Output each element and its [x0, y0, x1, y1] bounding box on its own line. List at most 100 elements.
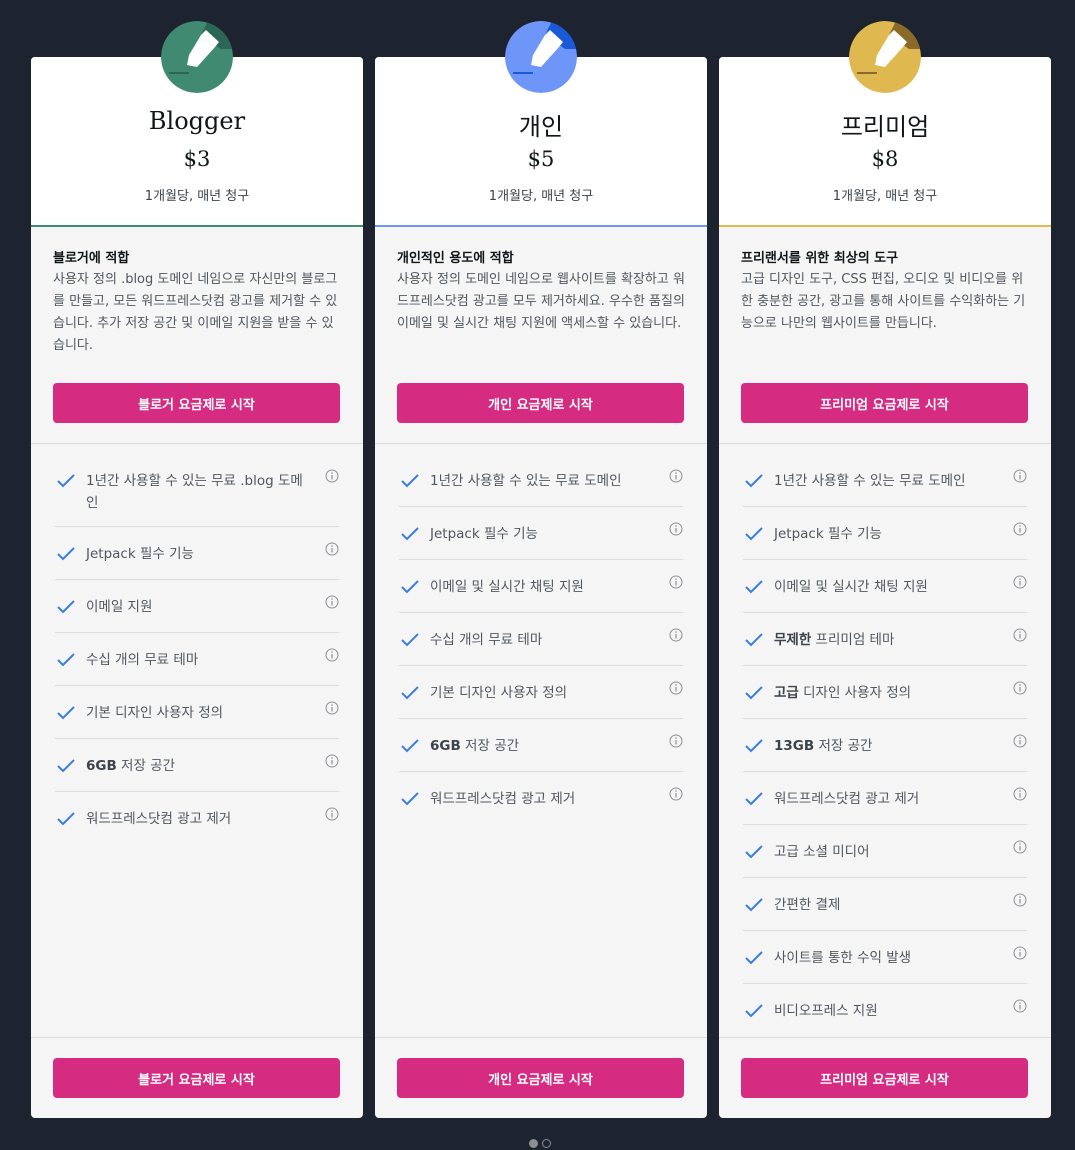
pen-icon — [161, 21, 233, 93]
feature-item: 이메일 및 실시간 채팅 지원 — [399, 560, 683, 613]
plan-tagline: 프리랜서를 위한 최상의 도구 — [741, 251, 899, 266]
pen-icon — [849, 21, 921, 93]
info-icon[interactable] — [1013, 893, 1027, 907]
checkmark-icon — [745, 951, 763, 965]
feature-label: 1년간 사용할 수 있는 무료 도메인 — [430, 473, 622, 489]
info-icon[interactable] — [325, 807, 339, 821]
checkmark-icon — [401, 633, 419, 647]
feature-label: 기본 디자인 사용자 정의 — [86, 705, 224, 721]
start-blogger-plan-button[interactable]: 블로거 요금제로 시작 — [53, 383, 340, 423]
info-icon[interactable] — [1013, 840, 1027, 854]
feature-label: 수십 개의 무료 테마 — [86, 652, 199, 668]
info-icon[interactable] — [325, 542, 339, 556]
checkmark-icon — [745, 898, 763, 912]
feature-label: 이메일 및 실시간 채팅 지원 — [774, 579, 928, 595]
start-premium-plan-button-bottom[interactable]: 프리미엄 요금제로 시작 — [741, 1058, 1028, 1098]
pager-dot-2[interactable] — [542, 1139, 551, 1148]
checkmark-icon — [745, 633, 763, 647]
feature-label: 비디오프레스 지원 — [774, 1003, 878, 1019]
pager-dot-1[interactable] — [529, 1139, 538, 1148]
info-icon[interactable] — [669, 522, 683, 536]
checkmark-icon — [745, 739, 763, 753]
info-icon[interactable] — [669, 469, 683, 483]
checkmark-icon — [57, 547, 75, 561]
info-icon[interactable] — [1013, 734, 1027, 748]
info-icon[interactable] — [1013, 522, 1027, 536]
checkmark-icon — [745, 1004, 763, 1018]
feature-label: 1년간 사용할 수 있는 무료 도메인 — [774, 473, 966, 489]
plan-card-blogger: Blogger $3 1개월당, 매년 청구 블로거에 적합 사용자 정의 .b… — [31, 21, 363, 1118]
plan-header: 프리미엄 $8 1개월당, 매년 청구 — [719, 21, 1051, 227]
info-icon[interactable] — [669, 628, 683, 642]
feature-label: 프리미엄 테마 — [811, 632, 895, 648]
checkmark-icon — [401, 527, 419, 541]
checkmark-icon — [401, 580, 419, 594]
checkmark-icon — [745, 527, 763, 541]
info-icon[interactable] — [1013, 999, 1027, 1013]
checkmark-icon — [401, 739, 419, 753]
plan-price: $3 — [183, 147, 211, 171]
info-icon[interactable] — [325, 648, 339, 662]
info-icon[interactable] — [325, 595, 339, 609]
feature-label: 수십 개의 무료 테마 — [430, 632, 543, 648]
checkmark-icon — [57, 600, 75, 614]
info-icon[interactable] — [1013, 946, 1027, 960]
checkmark-icon — [401, 686, 419, 700]
checkmark-icon — [401, 474, 419, 488]
carousel-pager — [529, 1139, 551, 1148]
feature-item: 간편한 결제 — [743, 878, 1027, 931]
checkmark-icon — [745, 845, 763, 859]
checkmark-icon — [57, 653, 75, 667]
feature-list: 1년간 사용할 수 있는 무료 .blog 도메인 Jetpack 필수 기능 이메… — [31, 443, 363, 845]
info-icon[interactable] — [669, 575, 683, 589]
start-personal-plan-button[interactable]: 개인 요금제로 시작 — [397, 383, 684, 423]
info-icon[interactable] — [669, 681, 683, 695]
info-icon[interactable] — [1013, 681, 1027, 695]
info-icon[interactable] — [325, 469, 339, 483]
feature-item: 기본 디자인 사용자 정의 — [55, 686, 339, 739]
checkmark-icon — [745, 686, 763, 700]
pen-icon — [505, 21, 577, 93]
info-icon[interactable] — [1013, 469, 1027, 483]
info-icon[interactable] — [669, 787, 683, 801]
feature-item: 고급 소셜 미디어 — [743, 825, 1027, 878]
feature-highlight: 무제한 — [774, 632, 812, 648]
feature-item: 이메일 및 실시간 채팅 지원 — [743, 560, 1027, 613]
start-personal-plan-button-bottom[interactable]: 개인 요금제로 시작 — [397, 1058, 684, 1098]
plan-price: $8 — [871, 147, 899, 171]
start-blogger-plan-button-bottom[interactable]: 블로거 요금제로 시작 — [53, 1058, 340, 1098]
feature-item: 수십 개의 무료 테마 — [399, 613, 683, 666]
feature-item: 1년간 사용할 수 있는 무료 .blog 도메인 — [55, 454, 339, 527]
feature-item: 6GB 저장 공간 — [55, 739, 339, 792]
start-premium-plan-button[interactable]: 프리미엄 요금제로 시작 — [741, 383, 1028, 423]
plan-description: 사용자 정의 .blog 도메인 네임으로 자신만의 블로그를 만들고, 모든 … — [53, 272, 338, 353]
checkmark-icon — [57, 812, 75, 826]
feature-item: Jetpack 필수 기능 — [399, 507, 683, 560]
feature-label: 고급 소셜 미디어 — [774, 844, 870, 860]
info-icon[interactable] — [1013, 628, 1027, 642]
checkmark-icon — [401, 792, 419, 806]
feature-label: Jetpack 필수 기능 — [430, 526, 538, 542]
plan-header: Blogger $3 1개월당, 매년 청구 — [31, 21, 363, 227]
checkmark-icon — [745, 474, 763, 488]
feature-label: 워드프레스닷컴 광고 제거 — [430, 791, 576, 807]
plan-cards: Blogger $3 1개월당, 매년 청구 블로거에 적합 사용자 정의 .b… — [0, 0, 1075, 1150]
plan-name: 개인 — [518, 113, 564, 141]
feature-item: 수십 개의 무료 테마 — [55, 633, 339, 686]
feature-item: 워드프레스닷컴 광고 제거 — [743, 772, 1027, 825]
feature-item: 고급 디자인 사용자 정의 — [743, 666, 1027, 719]
plan-name: 프리미엄 — [840, 113, 930, 141]
plan-card-personal: 개인 $5 1개월당, 매년 청구 개인적인 용도에 적합 사용자 정의 도메인… — [375, 21, 707, 1118]
feature-label: 간편한 결제 — [774, 897, 841, 913]
info-icon[interactable] — [1013, 575, 1027, 589]
feature-item: 워드프레스닷컴 광고 제거 — [399, 772, 683, 825]
info-icon[interactable] — [669, 734, 683, 748]
info-icon[interactable] — [1013, 787, 1027, 801]
info-icon[interactable] — [325, 754, 339, 768]
feature-label: 이메일 지원 — [86, 599, 153, 615]
info-icon[interactable] — [325, 701, 339, 715]
checkmark-icon — [57, 759, 75, 773]
plan-footer: 개인 요금제로 시작 — [375, 1037, 707, 1118]
feature-label: 디자인 사용자 정의 — [798, 685, 912, 701]
plan-price: $5 — [527, 147, 555, 171]
